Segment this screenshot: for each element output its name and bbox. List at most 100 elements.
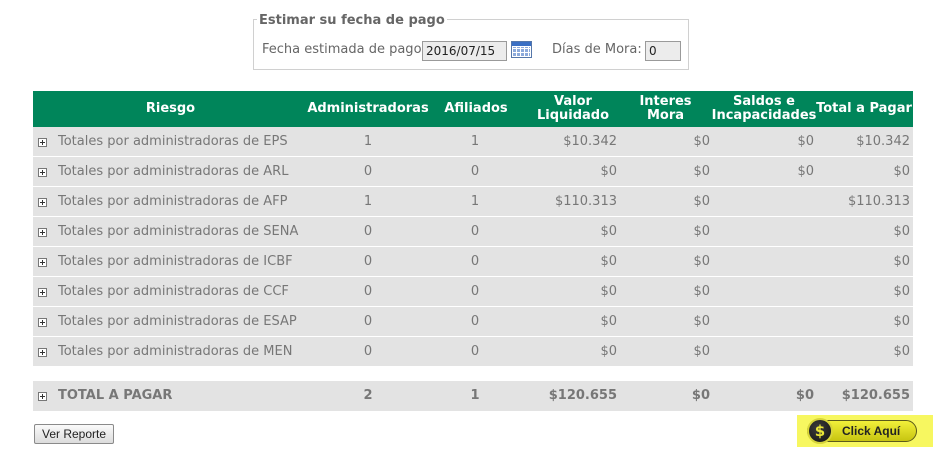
total-label: TOTAL A PAGAR	[58, 388, 173, 403]
cell-saldos	[733, 277, 814, 306]
cell-afiliados: 0	[470, 224, 480, 239]
cell-total: $10.342	[856, 134, 910, 149]
expand-plus-icon[interactable]	[38, 228, 47, 237]
cell-valor-liquidado: $0	[600, 254, 617, 269]
cell-total: $0	[893, 254, 910, 269]
cell-administradoras: 1	[363, 134, 373, 149]
click-highlight: $ Click Aquí	[797, 415, 933, 447]
expand-plus-icon[interactable]	[38, 168, 47, 177]
cell-valor-liquidado: $10.342	[563, 134, 617, 149]
cell-saldos	[733, 337, 814, 366]
payment-date-estimator: Estimar su fecha de pago Fecha estimada …	[253, 13, 689, 70]
cell-riesgo: Totales por administradoras de CCF	[58, 284, 289, 299]
cell-total: $0	[893, 344, 910, 359]
cell-interes-mora: $0	[693, 314, 710, 329]
ver-reporte-button[interactable]: Ver Reporte	[34, 424, 115, 444]
estimator-legend: Estimar su fecha de pago	[257, 13, 447, 28]
cell-interes-mora: $0	[693, 284, 710, 299]
expand-plus-icon[interactable]	[38, 198, 47, 207]
payment-summary-table: Riesgo Administradoras Afiliados Valor L…	[33, 91, 913, 412]
mora-days-input[interactable]	[645, 41, 681, 61]
cell-riesgo: Totales por administradoras de ESAP	[58, 314, 297, 329]
table-row: Totales por administradoras de ESAP 0 0 $0 $…	[33, 307, 913, 337]
table-row: Totales por administradoras de ARL 0 0 $0 $0…	[33, 157, 913, 187]
cell-riesgo: Totales por administradoras de MEN	[58, 344, 293, 359]
cell-valor-liquidado: $110.313	[554, 194, 617, 209]
cell-riesgo: Totales por administradoras de EPS	[58, 134, 288, 149]
expand-plus-icon[interactable]	[38, 288, 47, 297]
cell-valor-liquidado: $0	[600, 224, 617, 239]
cell-saldos: $0	[797, 134, 814, 149]
cell-total: $0	[893, 224, 910, 239]
expand-plus-icon[interactable]	[38, 348, 47, 357]
cell-total: $0	[893, 314, 910, 329]
cell-administradoras: 0	[363, 314, 373, 329]
header-valor-liquidado: Valor Liquidado	[536, 94, 610, 123]
cell-total: $0	[893, 164, 910, 179]
date-label: Fecha estimada de pago	[262, 42, 422, 57]
expand-plus-icon[interactable]	[38, 138, 47, 147]
cell-riesgo: Totales por administradoras de SENA	[58, 224, 299, 239]
cell-saldos	[733, 307, 814, 336]
cell-saldos: $0	[797, 164, 814, 179]
total-row: TOTAL A PAGAR 2 1 $120.655 $0 $0 $120.65…	[33, 381, 913, 412]
cell-afiliados: 0	[470, 314, 480, 329]
cell-administradoras: 0	[363, 254, 373, 269]
total-saldos: $0	[795, 388, 814, 403]
cell-administradoras: 0	[363, 284, 373, 299]
cell-administradoras: 0	[363, 224, 373, 239]
table-spacer	[33, 367, 913, 381]
payment-date-input[interactable]	[422, 41, 507, 61]
cell-valor-liquidado: $0	[600, 344, 617, 359]
cell-riesgo: Totales por administradoras de ARL	[58, 164, 289, 179]
cell-valor-liquidado: $0	[600, 314, 617, 329]
header-interes-mora: Interes Mora	[639, 94, 692, 123]
cell-saldos	[733, 187, 814, 216]
cell-saldos	[733, 217, 814, 246]
cell-afiliados: 0	[470, 284, 480, 299]
cell-total: $0	[893, 284, 910, 299]
calendar-icon[interactable]	[511, 41, 532, 58]
header-total: Total a Pagar	[816, 101, 912, 116]
expand-plus-icon[interactable]	[38, 258, 47, 267]
table-row: Totales por administradoras de AFP 1 1 $110…	[33, 187, 913, 217]
cell-administradoras: 1	[363, 194, 373, 209]
header-riesgo: Riesgo	[145, 101, 196, 116]
table-row: Totales por administradoras de MEN 0 0 $0 $0…	[33, 337, 913, 367]
cell-riesgo: Totales por administradoras de ICBF	[58, 254, 293, 269]
cell-afiliados: 0	[470, 344, 480, 359]
cell-total: $110.313	[847, 194, 910, 209]
cell-interes-mora: $0	[693, 134, 710, 149]
total-afiliados: 1	[470, 388, 480, 403]
mora-label: Días de Mora:	[552, 42, 642, 57]
table-body: Totales por administradoras de EPS 1 1 $10.…	[33, 127, 913, 367]
cell-administradoras: 0	[363, 344, 373, 359]
cell-interes-mora: $0	[693, 344, 710, 359]
expand-plus-icon[interactable]	[38, 318, 47, 327]
cell-afiliados: 0	[470, 164, 480, 179]
cell-interes-mora: $0	[693, 254, 710, 269]
table-row: Totales por administradoras de SENA 0 0 $0 $…	[33, 217, 913, 247]
cell-interes-mora: $0	[693, 194, 710, 209]
cell-riesgo: Totales por administradoras de AFP	[58, 194, 288, 209]
table-row: Totales por administradoras de EPS 1 1 $10.…	[33, 127, 913, 157]
cell-interes-mora: $0	[693, 224, 710, 239]
header-saldos: Saldos e Incapacidades	[711, 94, 817, 123]
table-row: Totales por administradoras de ICBF 0 0 $0 $…	[33, 247, 913, 277]
cell-valor-liquidado: $0	[600, 164, 617, 179]
cell-afiliados: 0	[470, 254, 480, 269]
total-administradoras: 2	[363, 388, 373, 403]
table-header: Riesgo Administradoras Afiliados Valor L…	[33, 91, 913, 127]
cell-interes-mora: $0	[693, 164, 710, 179]
cell-saldos	[733, 247, 814, 276]
header-afiliados: Afiliados	[444, 101, 508, 116]
total-valor: $120.655	[548, 388, 617, 403]
expand-plus-icon[interactable]	[38, 392, 47, 401]
cell-valor-liquidado: $0	[600, 284, 617, 299]
click-aqui-button[interactable]: $ Click Aquí	[807, 418, 917, 444]
total-total: $120.655	[841, 388, 910, 403]
cell-administradoras: 0	[363, 164, 373, 179]
dollar-coin-icon: $	[807, 418, 833, 444]
click-aqui-label: Click Aquí	[842, 424, 901, 438]
cell-afiliados: 1	[470, 134, 480, 149]
